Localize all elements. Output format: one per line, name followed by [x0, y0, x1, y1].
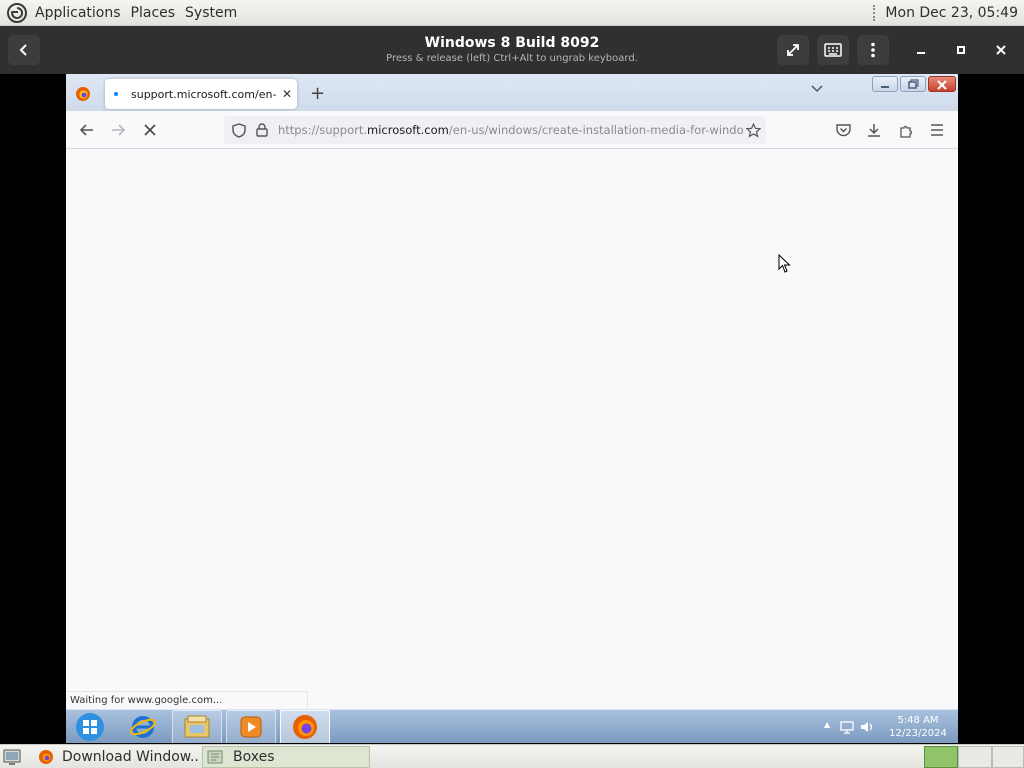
- taskbar-clock[interactable]: 5:48 AM 12/23/2024: [878, 714, 958, 740]
- window-restore-icon: [908, 79, 919, 89]
- taskbar-media-player[interactable]: [226, 710, 276, 743]
- places-menu[interactable]: Places: [126, 0, 181, 26]
- system-tray: ▲ 5:48 AM 12/23/2024: [818, 710, 958, 743]
- send-keys-button[interactable]: [817, 35, 849, 65]
- tab-title: support.microsoft.com/en-us/windows/crea…: [131, 87, 277, 101]
- internet-explorer-icon: [130, 716, 156, 738]
- minimize-button[interactable]: [905, 35, 937, 65]
- show-desktop-icon[interactable]: [3, 749, 21, 765]
- browser-tab[interactable]: support.microsoft.com/en-us/windows/crea…: [105, 79, 297, 109]
- forward-arrow-icon[interactable]: [109, 121, 127, 139]
- url-scheme: https://support.: [278, 123, 368, 137]
- menu-button[interactable]: [857, 35, 889, 65]
- task-label: Download Window...: [62, 749, 198, 765]
- downloads-icon[interactable]: [865, 121, 883, 139]
- windows-taskbar: ▲ 5:48 AM 12/23/2024: [66, 709, 958, 743]
- workspace-2[interactable]: [958, 746, 992, 768]
- loading-dot-icon: [114, 92, 118, 96]
- firefox-nav-bar: https://support.microsoft.com/en-us/wind…: [66, 111, 958, 149]
- url-bar[interactable]: https://support.microsoft.com/en-us/wind…: [224, 116, 766, 144]
- debian-logo-icon[interactable]: [6, 2, 28, 24]
- new-tab-icon[interactable]: +: [310, 83, 325, 104]
- folder-icon: [184, 715, 210, 738]
- task-label: Boxes: [233, 749, 275, 765]
- stop-loading-icon[interactable]: [141, 121, 159, 139]
- media-player-icon: [240, 716, 262, 738]
- pocket-icon[interactable]: [834, 121, 852, 139]
- taskbar-time: 5:48 AM: [897, 715, 939, 726]
- close-icon: [996, 45, 1006, 55]
- url-path: /en-us/windows/create-installation-media…: [448, 123, 744, 137]
- workspace-1[interactable]: [924, 746, 958, 768]
- workspace-3[interactable]: [992, 746, 1024, 768]
- bottom-panel: Download Window... Boxes: [0, 744, 1024, 768]
- panel-clock[interactable]: Mon Dec 23, 05:49: [885, 5, 1024, 21]
- top-panel: Applications Places System Mon Dec 23, 0…: [0, 0, 1024, 26]
- boxes-app-icon: [207, 750, 223, 764]
- firefox-icon: [293, 715, 317, 739]
- firefox-tab-strip: support.microsoft.com/en-us/windows/crea…: [66, 74, 958, 111]
- hamburger-menu-icon[interactable]: [928, 121, 946, 139]
- maximize-icon: [957, 46, 965, 54]
- url-host: microsoft.com: [367, 123, 449, 137]
- window-restore-button[interactable]: [900, 76, 926, 92]
- window-close-icon: [937, 80, 947, 90]
- tracking-shield-icon[interactable]: [232, 123, 246, 138]
- window-close-button[interactable]: [928, 76, 956, 92]
- vm-display[interactable]: support.microsoft.com/en-us/windows/crea…: [66, 74, 958, 743]
- back-arrow-icon[interactable]: [78, 121, 96, 139]
- maximize-button[interactable]: [945, 35, 977, 65]
- status-panel: Waiting for www.google.com...: [66, 691, 308, 709]
- back-button[interactable]: [8, 35, 40, 65]
- window-minimize-icon: [881, 86, 889, 88]
- mouse-pointer-icon: [778, 254, 791, 273]
- windows-logo-icon: [76, 713, 104, 741]
- firefox-view-icon[interactable]: [75, 86, 91, 102]
- start-button[interactable]: [66, 710, 114, 743]
- system-menu[interactable]: System: [180, 0, 242, 26]
- extensions-icon[interactable]: [897, 121, 915, 139]
- vm-title: Windows 8 Build 8092: [424, 35, 600, 51]
- task-download-windows[interactable]: Download Window...: [30, 746, 198, 768]
- firefox-icon: [39, 750, 53, 764]
- boxes-header-bar: Windows 8 Build 8092 Press & release (le…: [0, 26, 1024, 74]
- chevron-left-icon: [19, 44, 27, 56]
- bookmark-star-icon[interactable]: [746, 123, 761, 138]
- task-boxes[interactable]: Boxes: [202, 746, 370, 768]
- fullscreen-icon: [787, 44, 799, 56]
- minimize-icon: [917, 52, 925, 54]
- page-content-area[interactable]: [66, 149, 958, 709]
- panel-drag-handle[interactable]: [873, 4, 877, 21]
- show-hidden-icons-icon[interactable]: ▲: [824, 720, 830, 729]
- chevron-down-icon[interactable]: [810, 84, 824, 94]
- tab-close-icon[interactable]: ✕: [277, 87, 297, 101]
- fullscreen-button[interactable]: [777, 35, 809, 65]
- window-minimize-button[interactable]: [872, 76, 898, 92]
- volume-icon[interactable]: [860, 720, 874, 734]
- lock-icon[interactable]: [256, 123, 268, 137]
- close-button[interactable]: [985, 35, 1017, 65]
- url-text[interactable]: https://support.microsoft.com/en-us/wind…: [278, 123, 744, 137]
- applications-menu[interactable]: Applications: [30, 0, 126, 26]
- taskbar-date: 12/23/2024: [889, 728, 947, 739]
- taskbar-file-explorer[interactable]: [172, 710, 222, 743]
- taskbar-firefox[interactable]: [280, 710, 330, 743]
- taskbar-internet-explorer[interactable]: [118, 710, 168, 743]
- keyboard-icon: [824, 43, 842, 57]
- network-icon[interactable]: [840, 720, 854, 734]
- vm-subtitle: Press & release (left) Ctrl+Alt to ungra…: [386, 53, 638, 64]
- vertical-dots-icon: [871, 42, 875, 58]
